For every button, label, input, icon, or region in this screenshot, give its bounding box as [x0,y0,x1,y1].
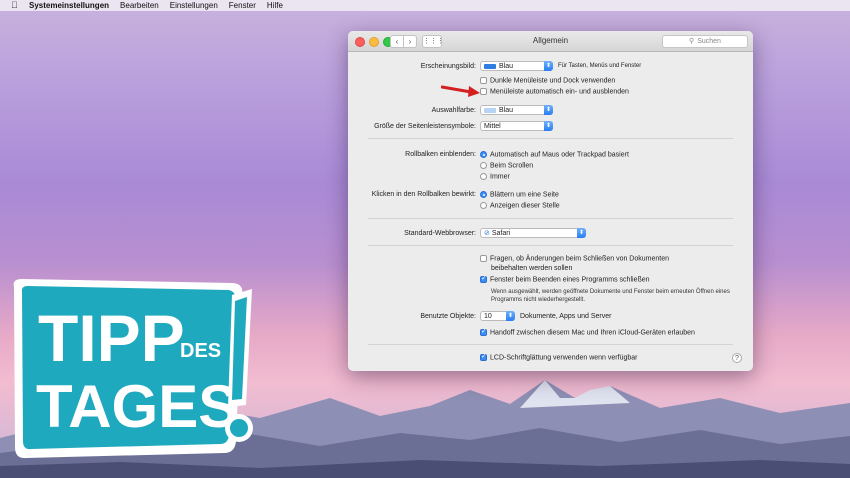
menu-item-hilfe[interactable]: Hilfe [267,0,283,11]
click-option-page-label: Blättern um eine Seite [490,191,559,199]
close-windows-note-2: Programms nicht wiederhergestellt. [491,297,586,303]
browser-value: Safari [491,230,511,237]
menu-item-einstellungen[interactable]: Einstellungen [170,0,218,11]
radio-auto[interactable] [480,151,487,158]
close-windows-label: Fenster beim Beenden eines Programms sch… [490,276,650,284]
popup-arrows-icon: ⬍ [506,311,515,321]
window-titlebar: ‹ › ⋮⋮⋮ Allgemein ⚲ Suchen [348,31,753,52]
scrollbars-option-auto[interactable]: Automatisch auf Maus oder Trackpad basie… [480,151,629,158]
dark-menu-checkbox-row[interactable]: Dunkle Menüleiste und Dock verwenden [480,77,615,84]
ask-changes-row[interactable]: Fragen, ob Änderungen beim Schließen von… [480,255,669,262]
dark-menu-checkbox[interactable] [480,77,487,84]
des-text: DES [180,340,221,362]
scrollbars-option-scrolling[interactable]: Beim Scrollen [480,162,533,169]
separator [368,218,733,219]
close-windows-note-1: Wenn ausgewählt, werden geöffnete Dokume… [491,289,730,295]
highlight-popup[interactable]: Blau ⬍ [480,105,553,115]
click-option-spot[interactable]: Anzeigen dieser Stelle [480,202,560,209]
menu-item-bearbeiten[interactable]: Bearbeiten [120,0,159,11]
popup-arrows-icon: ⬍ [544,61,553,71]
highlight-label: Auswahlfarbe: [431,107,476,114]
appearance-value: Blau [499,63,514,70]
menu-item-fenster[interactable]: Fenster [229,0,256,11]
light-blue-swatch-icon [484,107,496,113]
search-icon: ⚲ [689,38,695,45]
separator [368,344,733,345]
recent-items-label: Benutzte Objekte: [420,313,476,320]
blue-swatch-icon [484,63,496,69]
lcd-checkbox[interactable] [480,352,487,361]
recent-items-value: 10 [484,313,492,320]
tages-text: TAGES [36,373,238,440]
apple-icon[interactable]:  [11,0,21,11]
handoff-row[interactable]: Handoff zwischen diesem Mac und Ihren iC… [480,327,695,337]
search-placeholder: Suchen [697,38,721,45]
recent-items-popup[interactable]: 10 ⬍ [480,311,515,321]
click-option-spot-label: Anzeigen dieser Stelle [490,202,560,210]
separator [368,138,733,139]
close-windows-checkbox[interactable] [480,274,487,283]
sidebar-icon-size-popup[interactable]: Mittel ⬍ [480,121,553,131]
appearance-popup[interactable]: Blau ⬍ [480,61,553,71]
browser-popup[interactable]: ⊘ Safari ⬍ [480,228,586,238]
help-button[interactable]: ? [732,353,742,363]
ask-changes-label: Fragen, ob Änderungen beim Schließen von… [490,255,669,263]
dark-menu-label: Dunkle Menüleiste und Dock verwenden [490,77,616,85]
click-option-page[interactable]: Blättern um eine Seite [480,191,559,198]
highlight-value: Blau [499,107,514,114]
scrollbars-option-auto-label: Automatisch auf Maus oder Trackpad basie… [490,151,629,159]
lcd-row[interactable]: LCD-Schriftglättung verwenden wenn verfü… [480,352,638,362]
radio-scrolling[interactable] [480,162,487,169]
preferences-window: ‹ › ⋮⋮⋮ Allgemein ⚲ Suchen Erscheinungsbi… [348,31,753,371]
sidebar-icon-size-value: Mittel [484,123,501,130]
appearance-note: Für Tasten, Menüs und Fenster [558,63,642,69]
tipp-text: TIPP [38,301,185,375]
handoff-label: Handoff zwischen diesem Mac und Ihren iC… [490,329,695,337]
recent-items-suffix: Dokumente, Apps und Server [520,313,612,320]
auto-hide-label: Menüleiste automatisch ein- und ausblend… [490,88,629,96]
close-windows-row[interactable]: Fenster beim Beenden eines Programms sch… [480,274,650,284]
radio-page[interactable] [480,191,487,198]
browser-label: Standard-Webbrowser: [404,230,476,237]
auto-hide-checkbox-row[interactable]: Menüleiste automatisch ein- und ausblend… [480,88,629,95]
popup-arrows-icon: ⬍ [544,121,553,131]
handoff-checkbox[interactable] [480,327,487,336]
lcd-label: LCD-Schriftglättung verwenden wenn verfü… [490,354,638,362]
menu-bar:  Systemeinstellungen Bearbeiten Einstel… [0,0,850,11]
scrollbars-option-always-label: Immer [490,173,510,181]
popup-arrows-icon: ⬍ [577,228,586,238]
popup-arrows-icon: ⬍ [544,105,553,115]
search-field[interactable]: ⚲ Suchen [662,35,748,48]
scrollbars-option-always[interactable]: Immer [480,173,510,180]
menu-app-name[interactable]: Systemeinstellungen [29,0,109,11]
scrollbars-label: Rollbalken einblenden: [405,151,476,158]
exclamation-dot [230,419,248,437]
ask-changes-label-cont: beibehalten werden sollen [491,265,573,272]
scrollbars-option-scrolling-label: Beim Scrollen [490,162,534,170]
safari-icon: ⊘ [484,230,492,237]
radio-always[interactable] [480,173,487,180]
radio-spot[interactable] [480,202,487,209]
auto-hide-checkbox[interactable] [480,88,487,95]
tipp-des-tages-badge: TIPP DES TAGES [13,279,253,459]
ask-changes-checkbox[interactable] [480,255,487,262]
separator [368,245,733,246]
click-scrollbar-label: Klicken in den Rollbalken bewirkt: [371,191,476,198]
red-arrow-icon [441,85,480,97]
sidebar-icon-size-label: Größe der Seitenleistensymbole: [374,123,476,130]
appearance-label: Erscheinungsbild: [420,63,476,70]
